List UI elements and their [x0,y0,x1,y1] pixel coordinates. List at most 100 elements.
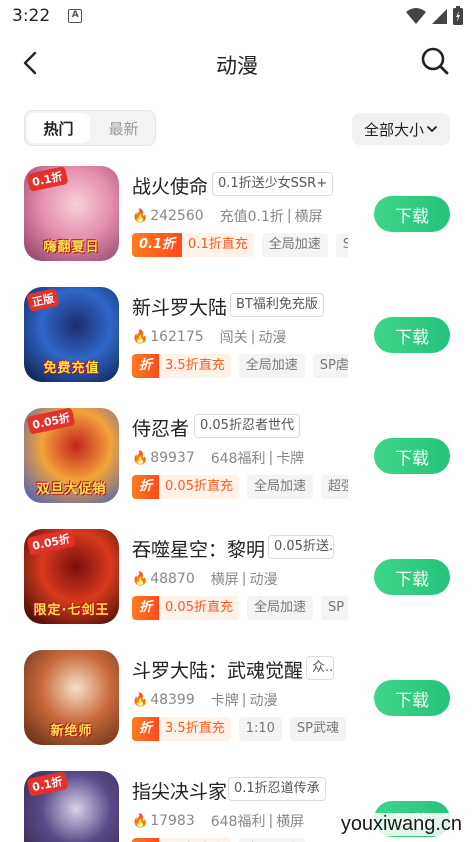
icon-banner-text: 免费充值 [43,361,100,376]
top-app-bar: 动漫 [0,40,474,84]
app-tag: 0.05折送... [268,535,334,559]
promo-text: 0.05折直充 [165,600,233,615]
icon-discount-badge: 0.1折 [26,771,68,797]
icon-banner-text: 嗨翻夏日 [43,240,100,255]
list-item[interactable]: 正版 免费充值 新斗罗大陆 BT福利免充版 🔥 162175 闯关 | 动漫 折… [0,281,474,391]
feature-chip: S [335,233,348,257]
app-icon[interactable]: 0.1折 嗨翻夏日 [24,166,119,261]
tag-chips: 折 0.1折直充 全局加速 [132,838,348,842]
download-count: 89937 [150,450,195,466]
feature-chip: SP武魂 [289,717,346,741]
app-icon[interactable]: 0.1折 [24,771,119,842]
app-tag: 众... [306,656,334,680]
tab-hot[interactable]: 热门 [27,113,90,143]
feature-chip: 全局加速 [238,838,305,842]
meta-divider: | [241,692,247,708]
meta-category: 闯关 [219,330,248,346]
meta-category: 充值0.1折 [219,209,284,225]
app-tag: 0.1折送少女SSR+ [212,172,334,196]
feature-chip: SP虐 [312,354,348,378]
app-name[interactable]: 斗罗大陆：武魂觉醒 [132,656,303,683]
promo-chip: 0.1折 0.1折直充 [132,233,254,257]
page-title: 动漫 [216,54,258,78]
download-button[interactable]: 下载 [374,680,450,716]
promo-text: 0.05折直充 [165,479,233,494]
promo-text: 0.1折直充 [159,838,231,842]
size-filter-dropdown[interactable]: 全部大小 [352,113,450,145]
fire-icon: 🔥 [132,450,149,466]
app-tag: 0.05折忍者世代 [194,414,300,438]
fire-icon: 🔥 [132,571,149,587]
promo-flag: 折 [132,596,160,620]
download-button[interactable]: 下载 [374,317,450,353]
app-name[interactable]: 吞噬星空：黎明 [132,535,265,562]
download-button[interactable]: 下载 [374,438,450,474]
app-icon[interactable]: 正版 免费充值 [24,287,119,382]
promo-chip: 折 3.5折直充 [132,354,231,378]
meta-divider: | [241,571,247,587]
icon-discount-badge: 正版 [26,288,60,312]
app-meta: 🔥 242560 充值0.1折 | 横屏 [132,206,323,226]
download-count: 242560 [150,208,204,224]
status-bar: 3:22 A [0,0,474,32]
promo-flag: 折 [132,475,160,499]
promo-flag: 折 [132,354,160,378]
download-count: 48870 [150,571,195,587]
signal-icon [432,9,447,24]
wifi-icon [406,8,426,24]
list-item[interactable]: 0.05折 双旦大促销 侍忍者 0.05折忍者世代 🔥 89937 648福利 … [0,402,474,512]
list-item[interactable]: 0.05折 限定·七剑王 吞噬星空：黎明 0.05折送... 🔥 48870 横… [0,523,474,633]
meta-category: 648福利 [210,814,266,830]
promo-chip: 折 0.1折直充 [132,838,231,842]
tag-chips: 0.1折 0.1折直充 全局加速 S [132,233,348,257]
promo-text: 3.5折直充 [165,721,225,736]
meta-divider: | [250,329,256,345]
feature-chip: 全局加速 [238,354,305,378]
icon-discount-badge: 0.05折 [26,529,76,556]
meta-divider: | [268,813,274,829]
fire-icon: 🔥 [132,329,149,345]
app-name[interactable]: 侍忍者 [132,414,189,441]
app-icon[interactable]: 0.05折 双旦大促销 [24,408,119,503]
meta-category: 648福利 [210,451,266,467]
list-item[interactable]: 0.1折 嗨翻夏日 战火使命 0.1折送少女SSR+ 🔥 242560 充值0.… [0,160,474,270]
tab-latest[interactable]: 最新 [92,111,155,145]
download-count: 162175 [150,329,204,345]
watermark: youxiwang.cn [336,813,466,836]
app-name[interactable]: 新斗罗大陆 [132,293,227,320]
promo-text: 3.5折直充 [165,358,225,373]
app-icon[interactable]: 0.05折 限定·七剑王 [24,529,119,624]
download-button[interactable]: 下载 [374,196,450,232]
app-meta: 🔥 162175 闯关 | 动漫 [132,327,286,347]
app-name[interactable]: 指尖决斗家 [132,777,227,804]
tag-chips: 折 0.05折直充 全局加速 超强 [132,475,348,499]
promo-text: 0.1折直充 [188,237,248,252]
meta-divider: | [268,450,274,466]
status-icons [406,6,464,26]
app-meta: 🔥 48870 横屏 | 动漫 [132,569,277,589]
icon-banner-text: 新绝师 [50,724,93,739]
filter-toolbar: 热门 最新 全部大小 [0,110,474,146]
download-button[interactable]: 下载 [374,559,450,595]
download-count: 17983 [150,813,195,829]
promo-chip: 折 0.05折直充 [132,596,239,620]
app-tag: BT福利免充版 [230,293,324,317]
app-meta: 🔥 89937 648福利 | 卡牌 [132,448,304,468]
icon-banner-text: 限定·七剑王 [33,603,110,618]
fire-icon: 🔥 [132,692,149,708]
app-icon[interactable]: 新绝师 [24,650,119,745]
search-button[interactable] [418,44,452,78]
battery-icon [453,6,463,25]
meta-genre: 动漫 [249,572,278,588]
tag-chips: 折 3.5折直充 全局加速 SP虐 [132,354,348,378]
app-name[interactable]: 战火使命 [132,172,208,199]
list-item[interactable]: 新绝师 斗罗大陆：武魂觉醒 众... 🔥 48399 卡牌 | 动漫 折 3.5… [0,644,474,754]
promo-chip: 折 0.05折直充 [132,475,239,499]
tag-chips: 折 0.05折直充 全局加速 SP [132,596,348,620]
tag-chips: 折 3.5折直充 1:10 SP武魂 [132,717,348,741]
promo-flag: 0.1折 [132,233,183,257]
promo-flag: 折 [132,717,160,741]
fire-icon: 🔥 [132,208,149,224]
notification-icon: A [68,9,83,23]
fire-icon: 🔥 [132,813,149,829]
